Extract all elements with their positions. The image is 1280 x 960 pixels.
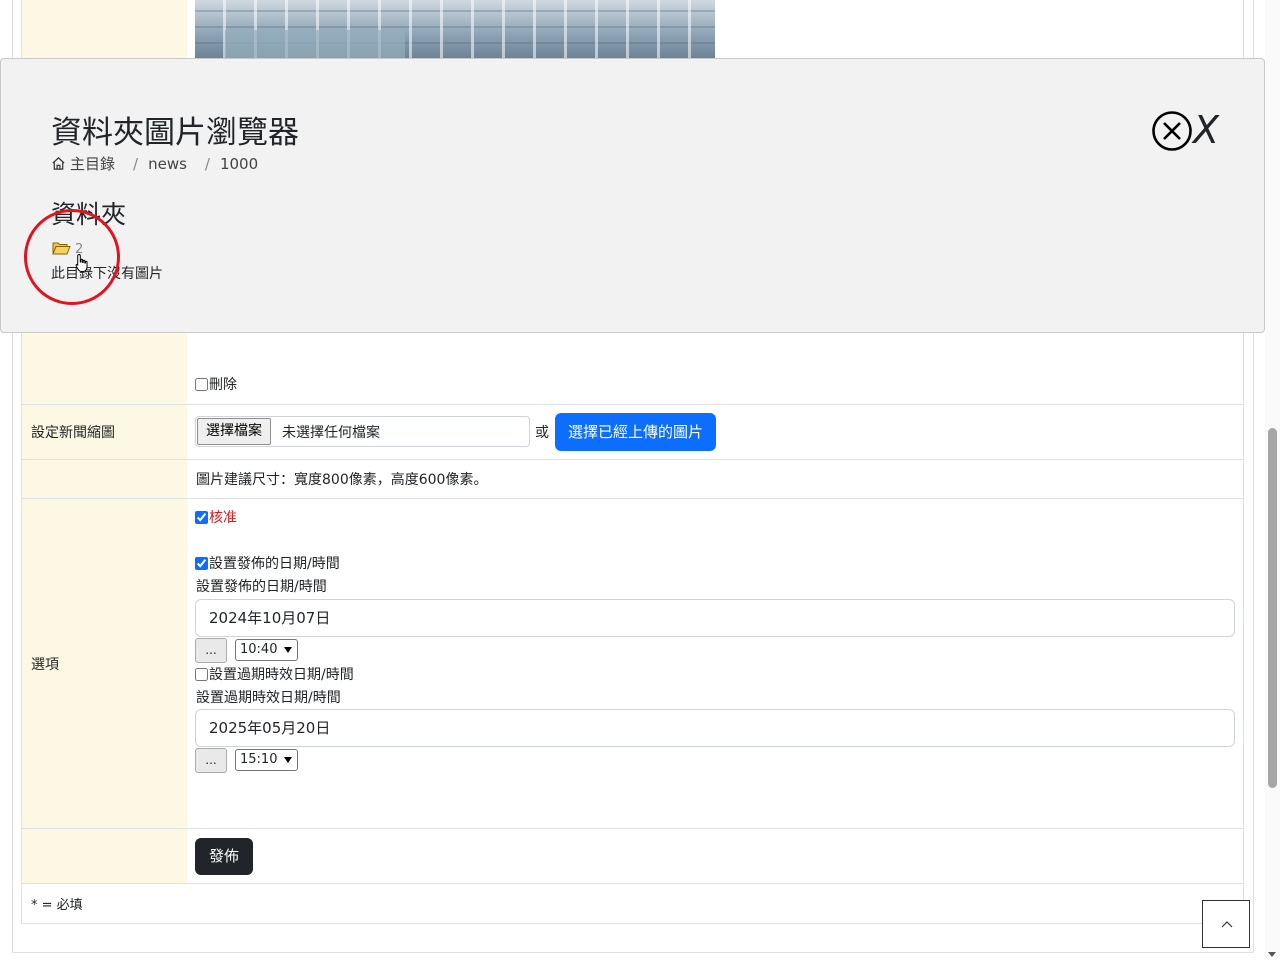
delete-checkbox-label[interactable]: 刪除 xyxy=(195,374,237,394)
publish-date-label: 設置發佈的日期/時間 xyxy=(196,579,327,595)
annotation-circle xyxy=(24,209,120,305)
publish-button[interactable]: 發佈 xyxy=(195,838,254,875)
publish-time-select[interactable]: 10:40 xyxy=(235,639,298,661)
chevron-down-icon xyxy=(284,647,292,653)
scroll-down-icon[interactable] xyxy=(1268,952,1276,957)
close-letter: X xyxy=(1193,108,1220,152)
submit-row: 發佈 xyxy=(22,829,1243,884)
chevron-down-icon xyxy=(284,757,292,763)
choose-file-button[interactable]: 選擇檔案 xyxy=(197,418,271,445)
approve-checkbox-label[interactable]: 核准 xyxy=(195,507,237,527)
file-status-text: 未選擇任何檔案 xyxy=(282,425,380,441)
size-hint-row: 圖片建議尺寸：寬度800像素，高度600像素。 xyxy=(22,460,1243,499)
required-note: * = 必填 xyxy=(31,898,83,913)
publish-date-input[interactable]: 2024年10月07日 xyxy=(195,599,1235,637)
breadcrumb-current: 1000 xyxy=(219,155,259,173)
expiry-date-picker-button[interactable]: ... xyxy=(195,748,227,773)
scrollbar-thumb[interactable] xyxy=(1268,428,1277,788)
publish-date-picker-button[interactable]: ... xyxy=(195,638,227,663)
options-row: 選項 核准 設置發佈的日期/時間 設置發佈的日期/時間 2024年10月07日 … xyxy=(22,499,1243,829)
modal-title: 資料夾圖片瀏覽器 xyxy=(51,115,299,151)
set-expiry-checkbox[interactable] xyxy=(195,668,208,681)
breadcrumb-news[interactable]: news xyxy=(148,155,187,173)
set-publish-checkbox-label[interactable]: 設置發佈的日期/時間 xyxy=(195,553,340,573)
file-input[interactable]: 選擇檔案 未選擇任何檔案 xyxy=(195,416,530,447)
set-expiry-checkbox-label[interactable]: 設置過期時效日期/時間 xyxy=(195,664,354,684)
options-label: 選項 xyxy=(31,656,59,673)
expiry-date-label: 設置過期時效日期/時間 xyxy=(196,690,341,706)
news-image xyxy=(195,0,715,58)
thumbnail-row: 設定新聞縮圖 選擇檔案 未選擇任何檔案 或 選擇已經上傳的圖片 xyxy=(22,405,1243,460)
back-to-top-button[interactable] xyxy=(1202,900,1250,948)
home-icon xyxy=(52,157,65,170)
breadcrumb: 主目錄 / news/1000 xyxy=(51,153,258,174)
expiry-date-input[interactable]: 2025年05月20日 xyxy=(195,709,1235,747)
chevron-up-icon xyxy=(1221,921,1233,928)
choose-uploaded-image-button[interactable]: 選擇已經上傳的圖片 xyxy=(555,413,717,451)
set-publish-checkbox[interactable] xyxy=(195,557,208,570)
thumbnail-label: 設定新聞縮圖 xyxy=(31,425,115,441)
approve-checkbox[interactable] xyxy=(195,511,208,524)
scrollbar[interactable] xyxy=(1265,0,1280,960)
close-button[interactable]: X xyxy=(1151,108,1221,153)
size-hint: 圖片建議尺寸：寬度800像素，高度600像素。 xyxy=(196,472,488,488)
required-note-row: * = 必填 xyxy=(22,884,1243,923)
hand-cursor-icon xyxy=(75,253,88,272)
or-text: 或 xyxy=(535,425,549,441)
folder-image-browser-modal: 資料夾圖片瀏覽器 主目錄 / news/1000 X 資料夾 2 此目錄下沒有圖片 xyxy=(0,58,1265,333)
delete-checkbox[interactable] xyxy=(195,378,208,391)
breadcrumb-home[interactable]: 主目錄 xyxy=(70,155,115,173)
expiry-time-select[interactable]: 15:10 xyxy=(235,749,298,771)
close-icon xyxy=(1152,111,1192,151)
